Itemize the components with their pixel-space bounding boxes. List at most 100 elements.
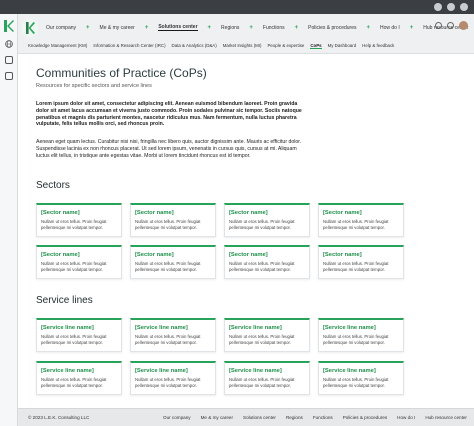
sector-card[interactable]: [Sector name] Nullam ut eros tellus. Pro… (36, 245, 122, 279)
card-title[interactable]: [Service line name] (41, 368, 94, 374)
page-subtitle: Resources for specific sectors and servi… (36, 83, 152, 89)
subnav-irc[interactable]: Information & Research Center (IRC) (93, 43, 165, 49)
subnav-people[interactable]: People & expertise (268, 43, 305, 49)
card-title[interactable]: [Sector name] (135, 210, 174, 216)
subnav-mi[interactable]: Market Insights (MI) (223, 43, 262, 49)
footer-link-me-career[interactable]: Me & my career (201, 415, 233, 420)
nav-how-do-i[interactable]: How do I (380, 25, 400, 31)
service-line-card[interactable]: [Service line name] Nullam ut eros tellu… (130, 361, 216, 395)
footer-link-our-company[interactable]: Our company (163, 415, 191, 420)
profile-icon[interactable] (460, 3, 468, 11)
card-title[interactable]: [Sector name] (229, 252, 268, 258)
card-title[interactable]: [Sector name] (41, 252, 80, 258)
nav-our-company[interactable]: Our company (46, 25, 76, 31)
help-icon[interactable] (447, 22, 454, 29)
sector-card[interactable]: [Sector name] Nullam ut eros tellus. Pro… (224, 245, 310, 279)
top-bar (0, 0, 474, 14)
card-title[interactable]: [Sector name] (229, 210, 268, 216)
footer-link-policies[interactable]: Policies & procedures (343, 415, 387, 420)
footer-link-functions[interactable]: Functions (313, 415, 333, 420)
settings-icon[interactable] (435, 22, 442, 29)
card-icon[interactable] (5, 56, 13, 64)
service-line-card[interactable]: [Service line name] Nullam ut eros tellu… (36, 318, 122, 352)
service-line-card[interactable]: [Service line name] Nullam ut eros tellu… (224, 361, 310, 395)
expand-icon[interactable]: + (295, 25, 299, 31)
left-rail (0, 14, 18, 426)
expand-icon[interactable]: + (208, 25, 212, 31)
card-title[interactable]: [Service line name] (229, 368, 282, 374)
card-text: Nullam ut eros tellus. Proin feugiat pel… (135, 377, 201, 388)
expand-icon[interactable]: + (249, 25, 253, 31)
card-title[interactable]: [Service line name] (229, 325, 282, 331)
intro-paragraph: Aenean eget quam lectus. Curabitur nisi … (36, 139, 302, 159)
sector-card[interactable]: [Sector name] Nullam ut eros tellus. Pro… (36, 203, 122, 237)
card-text: Nullam ut eros tellus. Proin feugiat pel… (229, 219, 295, 230)
card-text: Nullam ut eros tellus. Proin feugiat pel… (41, 219, 107, 230)
service-line-card[interactable]: [Service line name] Nullam ut eros tellu… (36, 361, 122, 395)
avatar[interactable] (459, 21, 468, 30)
card-title[interactable]: [Sector name] (323, 252, 362, 258)
nav-functions[interactable]: Functions (263, 25, 285, 31)
intro-bold-paragraph: Lorem ipsum dolor sit amet, consectetur … (36, 101, 302, 128)
sector-card[interactable]: [Sector name] Nullam ut eros tellus. Pro… (318, 245, 404, 279)
help-icon[interactable] (447, 3, 455, 11)
expand-icon[interactable]: + (410, 25, 414, 31)
card-text: Nullam ut eros tellus. Proin feugiat pel… (41, 334, 107, 345)
sector-card[interactable]: [Sector name] Nullam ut eros tellus. Pro… (318, 203, 404, 237)
k-logo-icon[interactable] (4, 20, 14, 32)
settings-icon[interactable] (434, 3, 442, 11)
sector-card[interactable]: [Sector name] Nullam ut eros tellus. Pro… (224, 203, 310, 237)
subnav-dashboard[interactable]: My Dashboard (328, 43, 357, 49)
card-text: Nullam ut eros tellus. Proin feugiat pel… (135, 334, 201, 345)
sectors-heading: Sectors (36, 180, 70, 191)
card-text: Nullam ut eros tellus. Proin feugiat pel… (229, 334, 295, 345)
card-title[interactable]: [Service line name] (323, 325, 376, 331)
service-lines-heading: Service lines (36, 295, 93, 306)
footer-link-hub-resource-center[interactable]: Hub resource center (425, 415, 467, 420)
subnav-help[interactable]: Help & feedback (362, 43, 394, 49)
footer-links: Our company Me & my career Solutions cen… (163, 415, 467, 420)
footer-link-how-do-i[interactable]: How do I (397, 415, 415, 420)
nav-solutions-center[interactable]: Solutions center (158, 24, 198, 31)
card-text: Nullam ut eros tellus. Proin feugiat pel… (323, 219, 389, 230)
brand-logo[interactable] (22, 18, 38, 38)
card-title[interactable]: [Service line name] (41, 325, 94, 331)
subnav-cops[interactable]: CoPs (310, 43, 322, 49)
subnav-da[interactable]: Data & Analytics (D&A) (172, 43, 217, 49)
window-controls (434, 3, 468, 11)
footer-link-solutions-center[interactable]: Solutions center (243, 415, 276, 420)
card-title[interactable]: [Service line name] (135, 368, 188, 374)
card-text: Nullam ut eros tellus. Proin feugiat pel… (229, 261, 295, 272)
main-nav: Our company + Me & my career + Solutions… (46, 24, 469, 31)
card-title[interactable]: [Service line name] (135, 325, 188, 331)
document-icon[interactable] (5, 72, 13, 80)
service-line-card[interactable]: [Service line name] Nullam ut eros tellu… (318, 361, 404, 395)
globe-icon[interactable] (5, 40, 13, 48)
nav-policies[interactable]: Policies & procedures (308, 25, 356, 31)
card-title[interactable]: [Sector name] (323, 210, 362, 216)
expand-icon[interactable]: + (145, 25, 149, 31)
footer-link-regions[interactable]: Regions (286, 415, 303, 420)
card-title[interactable]: [Sector name] (135, 252, 174, 258)
copyright: © 2023 L.E.K. Consulting LLC (28, 415, 90, 420)
sub-nav: Knowledge Management (KM) Information & … (28, 43, 394, 49)
service-line-card[interactable]: [Service line name] Nullam ut eros tellu… (130, 318, 216, 352)
sector-card[interactable]: [Sector name] Nullam ut eros tellus. Pro… (130, 203, 216, 237)
subnav-km[interactable]: Knowledge Management (KM) (28, 43, 87, 49)
card-text: Nullam ut eros tellus. Proin feugiat pel… (323, 377, 389, 388)
card-text: Nullam ut eros tellus. Proin feugiat pel… (229, 377, 295, 388)
card-title[interactable]: [Service line name] (323, 368, 376, 374)
expand-icon[interactable]: + (86, 25, 90, 31)
page-title: Communities of Practice (CoPs) (36, 66, 207, 80)
card-text: Nullam ut eros tellus. Proin feugiat pel… (135, 219, 201, 230)
card-text: Nullam ut eros tellus. Proin feugiat pel… (41, 377, 107, 388)
sector-card[interactable]: [Sector name] Nullam ut eros tellus. Pro… (130, 245, 216, 279)
expand-icon[interactable]: + (366, 25, 370, 31)
nav-regions[interactable]: Regions (221, 25, 239, 31)
service-line-card[interactable]: [Service line name] Nullam ut eros tellu… (224, 318, 310, 352)
service-line-card[interactable]: [Service line name] Nullam ut eros tellu… (318, 318, 404, 352)
card-text: Nullam ut eros tellus. Proin feugiat pel… (323, 334, 389, 345)
nav-me-career[interactable]: Me & my career (100, 25, 135, 31)
card-title[interactable]: [Sector name] (41, 210, 80, 216)
footer: © 2023 L.E.K. Consulting LLC Our company… (18, 408, 474, 426)
